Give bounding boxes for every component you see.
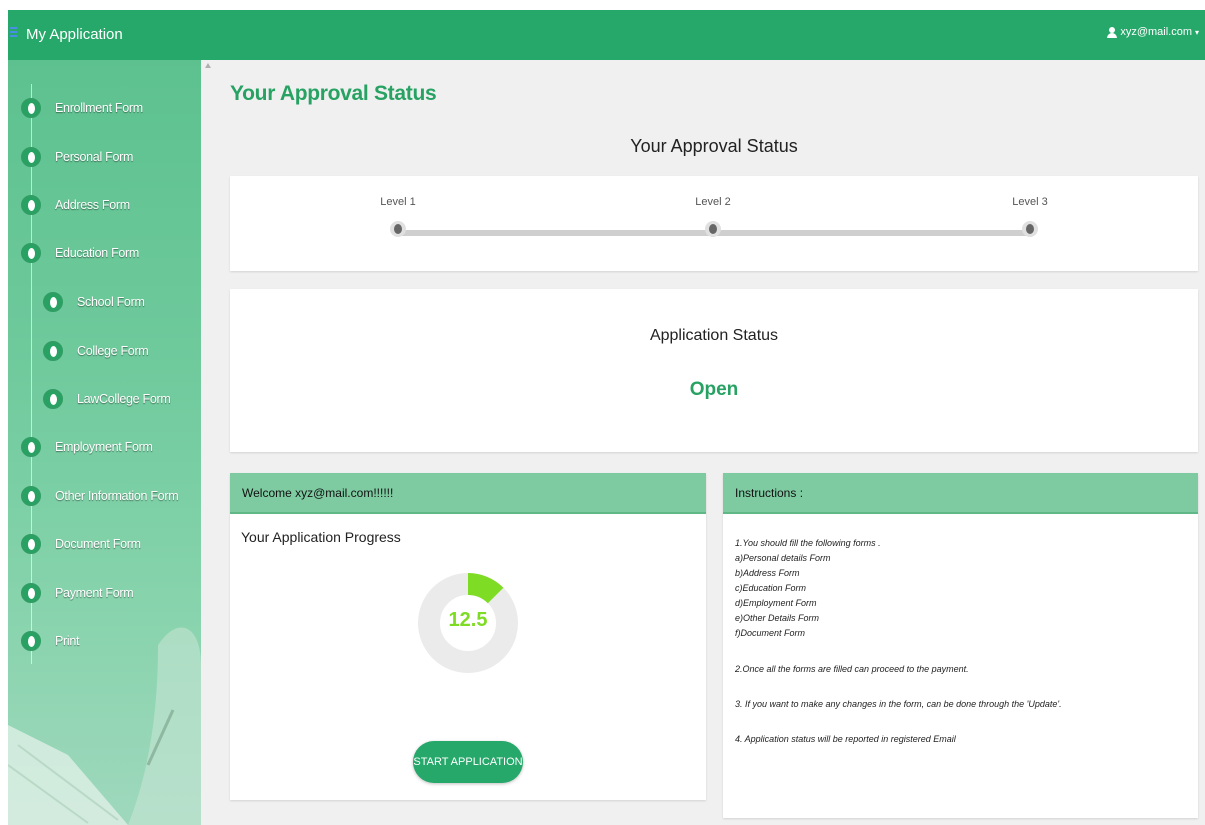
sidebar-item-label: Education Form [55,246,140,260]
circle-icon [21,583,41,603]
circle-icon [21,631,41,651]
instruction-form-item: f)Document Form [735,628,806,638]
user-icon [1107,26,1118,38]
sidebar-item-label: Employment Form [55,440,153,454]
start-application-button[interactable]: START APPLICATION [413,741,523,783]
sidebar-item-enrollment-form[interactable]: Enrollment Form [21,96,143,120]
application-status-card: Application Status Open [230,289,1198,452]
application-status-title: Application Status [649,327,779,344]
sidebar-item-label: Print [55,634,80,648]
progress-title: Your Application Progress [241,529,401,545]
page-title: Your Approval Status [230,82,437,105]
circle-icon [21,534,41,554]
scroll-up-arrow-icon[interactable] [205,63,211,68]
instruction-form-item: a)Personal details Form [735,553,831,563]
sidebar-item-employment-form[interactable]: Employment Form [21,435,153,459]
sidebar-item-label: Address Form [55,198,130,212]
app-frame: My Application xyz@mail.com ▾ Enrollment… [8,10,1205,825]
sidebar-item-label: College Form [77,344,149,358]
caret-down-icon: ▾ [1194,27,1199,37]
application-status-value: Open [689,379,739,400]
level-2-label: Level 2 [695,196,731,208]
circle-icon [21,437,41,457]
instruction-form-item: e)Other Details Form [735,613,820,623]
welcome-panel-header: Welcome xyz@mail.com!!!!!! [230,473,706,514]
instruction-line: 4. Application status will be reported i… [735,734,956,744]
instruction-line: 1.You should fill the following forms . [735,538,881,548]
instructions-panel-header: Instructions : [723,473,1198,514]
level-1-marker [390,221,406,237]
sidebar-item-label: Enrollment Form [55,101,143,115]
sidebar-item-label: Personal Form [55,150,134,164]
hamburger-icon[interactable] [10,27,17,39]
level-3-label: Level 3 [1012,196,1048,208]
sidebar-item-address-form[interactable]: Address Form [21,193,130,217]
level-2-marker [705,221,721,237]
welcome-text: Welcome xyz@mail.com!!!!!! [242,486,394,500]
level-3-marker [1022,221,1038,237]
instruction-line: 2.Once all the forms are filled can proc… [735,664,969,674]
sidebar-item-label: School Form [77,295,145,309]
sidebar-item-label: Other Information Form [55,489,179,503]
sidebar-item-label: LawCollege Form [77,392,171,406]
progress-value: 12.5 [448,609,488,631]
circle-icon [21,486,41,506]
section-title: Your Approval Status [630,136,798,156]
top-navbar: My Application xyz@mail.com ▾ [8,10,1205,60]
sidebar-item-label: Document Form [55,537,141,551]
circle-icon [43,292,63,312]
sidebar-item-education-form[interactable]: Education Form [21,241,139,265]
instructions-panel: Instructions : 1.You should fill the fol… [723,473,1198,818]
sidebar-item-personal-form[interactable]: Personal Form [21,145,133,169]
circle-icon [21,243,41,263]
circle-icon [21,147,41,167]
instructions-body: 1.You should fill the following forms . … [735,536,1190,747]
circle-icon [43,341,63,361]
circle-icon [43,389,63,409]
instruction-form-item: b)Address Form [735,568,800,578]
approval-levels-card: Level 1 Level 2 Level 3 [230,176,1198,271]
circle-icon [21,98,41,118]
sidebar-item-school-form[interactable]: School Form [43,290,145,314]
user-menu[interactable]: xyz@mail.com ▾ [1107,26,1199,38]
instruction-form-item: d)Employment Form [735,598,817,608]
sidebar-item-college-form[interactable]: College Form [43,339,149,363]
user-email: xyz@mail.com [1120,26,1192,38]
sidebar-item-lawcollege-form[interactable]: LawCollege Form [43,387,171,411]
sidebar-item-label: Payment Form [55,586,134,600]
app-title[interactable]: My Application [26,26,123,43]
instructions-title: Instructions : [735,486,804,500]
circle-icon [21,195,41,215]
level-1-label: Level 1 [380,196,416,208]
sidebar-item-document-form[interactable]: Document Form [21,532,141,556]
instruction-form-item: c)Education Form [735,583,807,593]
sidebar-item-print[interactable]: Print [21,629,80,653]
sidebar-item-other-information-form[interactable]: Other Information Form [21,484,179,508]
instruction-line: 3. If you want to make any changes in th… [735,699,1062,709]
sidebar-timeline-line [31,84,32,664]
welcome-panel: Welcome xyz@mail.com!!!!!! Your Applicat… [230,473,706,800]
sidebar-item-payment-form[interactable]: Payment Form [21,581,134,605]
sidebar: Enrollment Form Personal Form Address Fo… [8,60,201,825]
